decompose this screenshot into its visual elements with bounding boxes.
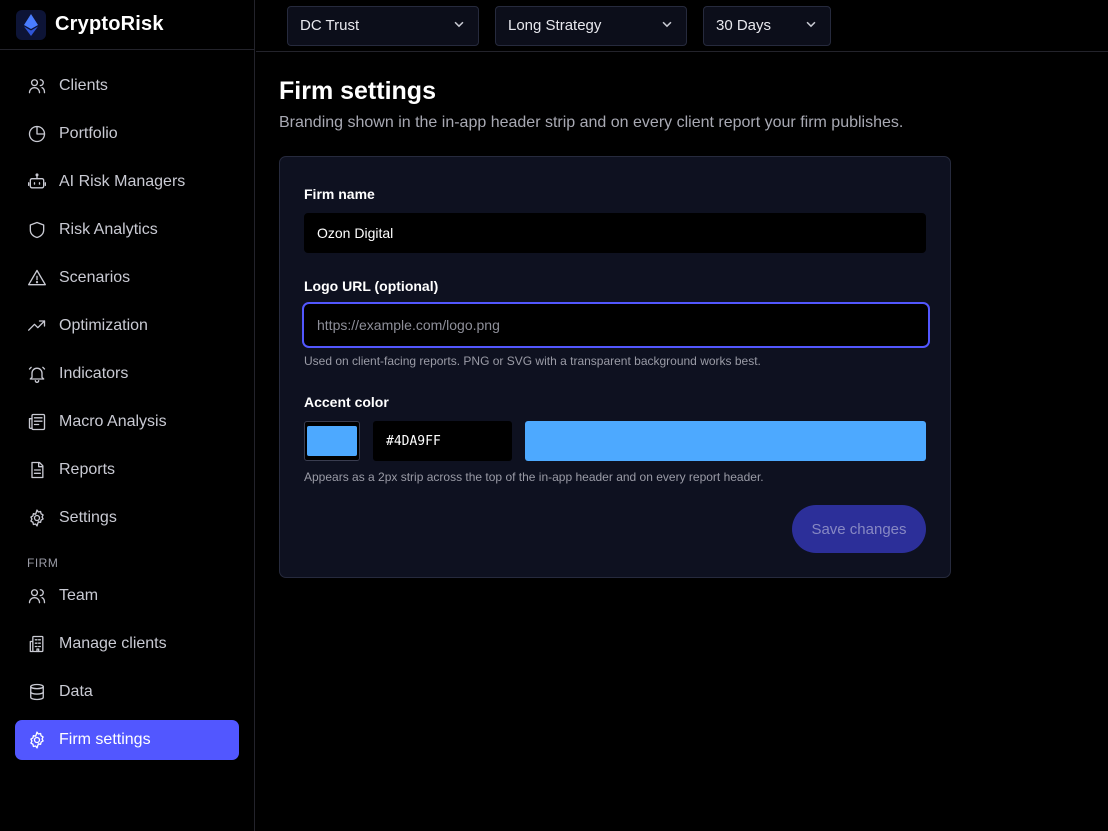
users-icon bbox=[27, 76, 47, 96]
main-content: Firm settings Branding shown in the in-a… bbox=[279, 52, 951, 578]
client-select[interactable]: DC Trust bbox=[287, 5, 479, 46]
strategy-select-value: Long Strategy bbox=[508, 17, 602, 34]
logo-url-label: Logo URL (optional) bbox=[304, 278, 439, 294]
accent-color-swatch bbox=[307, 426, 357, 456]
accent-hex-input[interactable] bbox=[373, 421, 512, 461]
sidebar-item-team[interactable]: Team bbox=[15, 576, 239, 616]
sidebar-item-indicators[interactable]: Indicators bbox=[15, 354, 239, 394]
sidebar-item-label: Portfolio bbox=[59, 125, 118, 142]
sidebar-item-ai-risk-managers[interactable]: AI Risk Managers bbox=[15, 162, 239, 202]
logo-url-input[interactable] bbox=[302, 302, 930, 348]
section-label-firm: FIRM bbox=[27, 556, 59, 570]
sidebar-item-clients[interactable]: Clients bbox=[15, 66, 239, 106]
bot-icon bbox=[27, 172, 47, 192]
strategy-select[interactable]: Long Strategy bbox=[495, 5, 687, 46]
sidebar-item-label: Firm settings bbox=[59, 731, 151, 748]
sidebar-item-label: Indicators bbox=[59, 365, 129, 382]
sidebar-item-settings[interactable]: Settings bbox=[15, 498, 239, 538]
save-button[interactable]: Save changes bbox=[792, 505, 926, 553]
sidebar-item-optimization[interactable]: Optimization bbox=[15, 306, 239, 346]
sidebar-item-label: Data bbox=[59, 683, 93, 700]
shield-icon bbox=[27, 220, 47, 240]
sidebar-item-macro-analysis[interactable]: Macro Analysis bbox=[15, 402, 239, 442]
pie-chart-icon bbox=[27, 124, 47, 144]
sidebar-item-scenarios[interactable]: Scenarios bbox=[15, 258, 239, 298]
chevron-down-icon bbox=[804, 17, 818, 35]
firm-settings-card: Firm name Logo URL (optional) Used on cl… bbox=[279, 156, 951, 578]
database-icon bbox=[27, 682, 47, 702]
building-icon bbox=[27, 634, 47, 654]
top-bar: DC Trust Long Strategy 30 Days bbox=[256, 0, 1108, 52]
client-select-value: DC Trust bbox=[300, 17, 360, 34]
sidebar-item-label: Settings bbox=[59, 509, 117, 526]
warning-triangle-icon bbox=[27, 268, 47, 288]
sidebar-item-risk-analytics[interactable]: Risk Analytics bbox=[15, 210, 239, 250]
bell-icon bbox=[27, 364, 47, 384]
newspaper-icon bbox=[27, 412, 47, 432]
sidebar-nav: Clients Portfolio AI Risk Managers Risk … bbox=[0, 50, 254, 760]
sidebar-item-manage-clients[interactable]: Manage clients bbox=[15, 624, 239, 664]
page-subtitle: Branding shown in the in-app header stri… bbox=[279, 114, 904, 131]
sidebar-item-label: AI Risk Managers bbox=[59, 173, 186, 190]
sidebar: CryptoRisk Clients Portfolio AI Risk Man… bbox=[0, 0, 255, 831]
accent-color-label: Accent color bbox=[304, 394, 389, 410]
sidebar-item-firm-settings[interactable]: Firm settings bbox=[15, 720, 239, 760]
period-select[interactable]: 30 Days bbox=[703, 5, 831, 46]
ethereum-diamond-icon bbox=[15, 9, 47, 41]
brand[interactable]: CryptoRisk bbox=[0, 0, 254, 50]
sidebar-item-label: Reports bbox=[59, 461, 116, 478]
sidebar-item-label: Manage clients bbox=[59, 635, 167, 652]
chevron-down-icon bbox=[452, 17, 466, 35]
accent-color-picker[interactable] bbox=[304, 421, 360, 461]
sidebar-item-label: Optimization bbox=[59, 317, 148, 334]
sidebar-item-label: Macro Analysis bbox=[59, 413, 167, 430]
accent-color-preview bbox=[525, 421, 926, 461]
firm-name-input[interactable] bbox=[304, 213, 926, 253]
sidebar-item-portfolio[interactable]: Portfolio bbox=[15, 114, 239, 154]
accent-color-help: Appears as a 2px strip across the top of… bbox=[304, 470, 764, 484]
chevron-down-icon bbox=[660, 17, 674, 35]
logo-url-help: Used on client-facing reports. PNG or SV… bbox=[304, 354, 761, 368]
sidebar-item-label: Scenarios bbox=[59, 269, 131, 286]
sidebar-item-reports[interactable]: Reports bbox=[15, 450, 239, 490]
brand-name: CryptoRisk bbox=[55, 13, 164, 35]
sidebar-item-data[interactable]: Data bbox=[15, 672, 239, 712]
sidebar-item-label: Clients bbox=[59, 77, 108, 94]
sidebar-item-label: Risk Analytics bbox=[59, 221, 158, 238]
period-select-value: 30 Days bbox=[716, 17, 772, 34]
trending-up-icon bbox=[27, 316, 47, 336]
gear-icon bbox=[27, 508, 47, 528]
page-title: Firm settings bbox=[279, 77, 436, 105]
sidebar-item-label: Team bbox=[59, 587, 99, 604]
users-icon bbox=[27, 586, 47, 606]
file-text-icon bbox=[27, 460, 47, 480]
firm-name-label: Firm name bbox=[304, 186, 375, 202]
gear-icon bbox=[27, 730, 47, 750]
